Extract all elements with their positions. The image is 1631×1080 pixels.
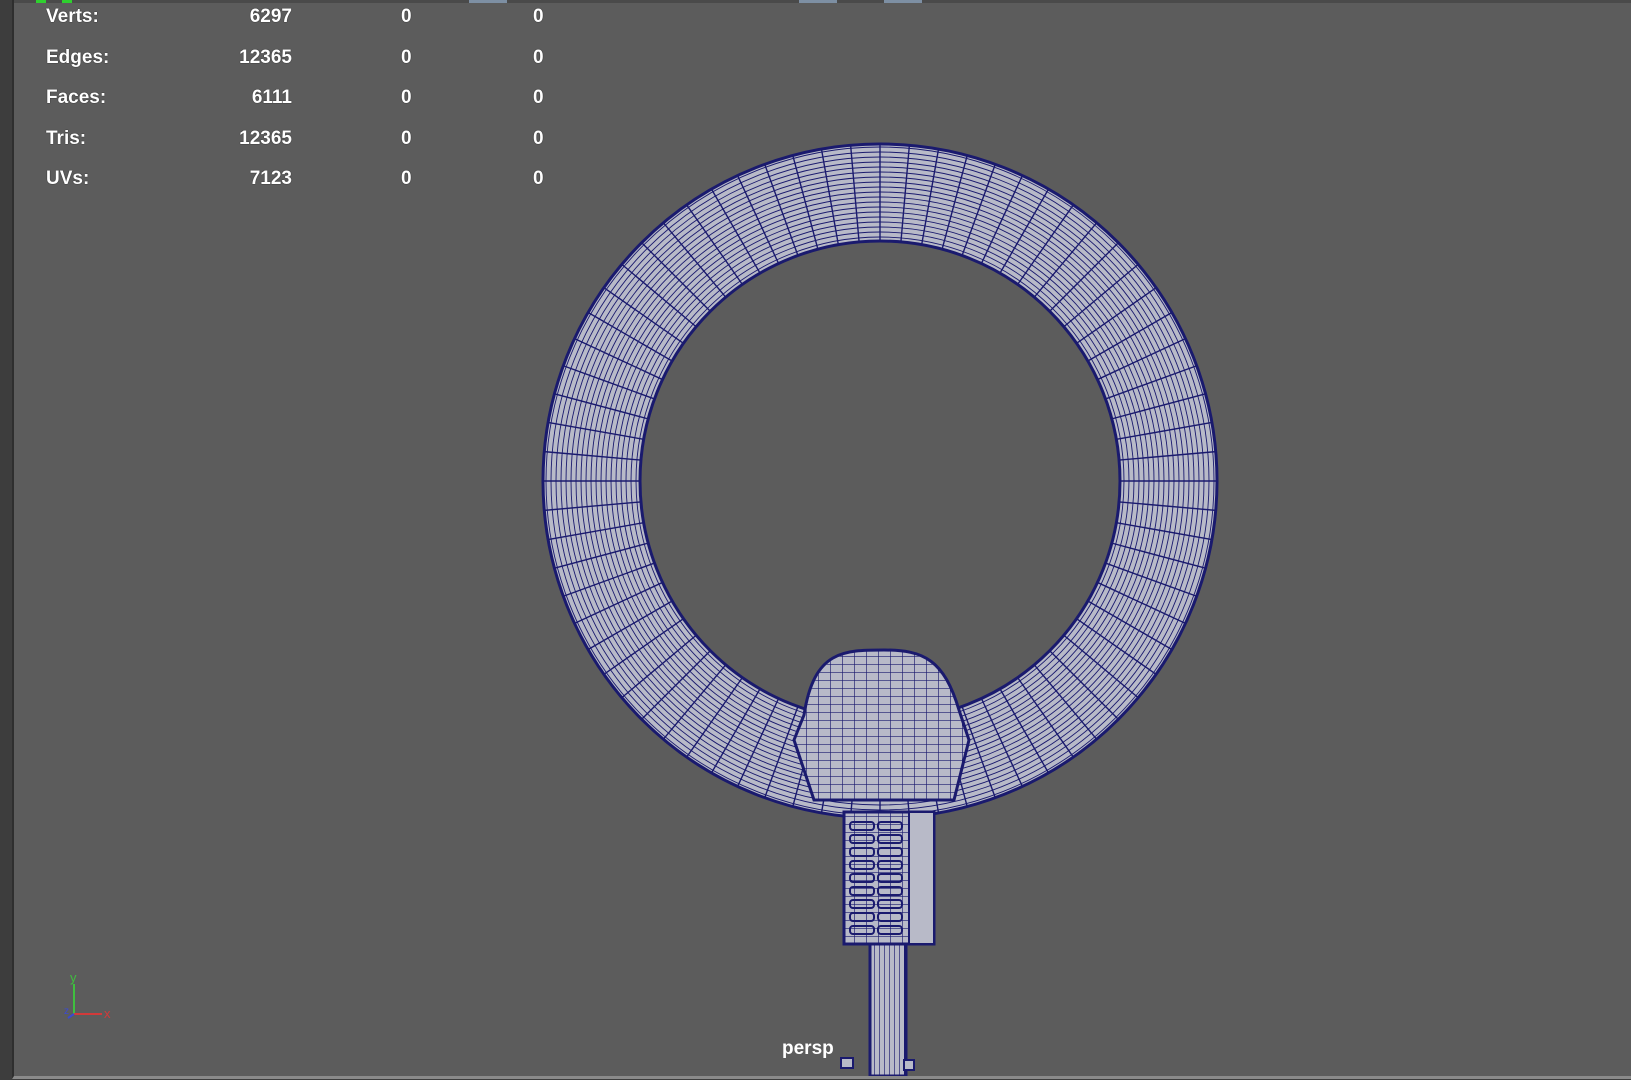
stand-stem <box>840 942 915 1076</box>
view-axis-gizmo: y x z <box>64 970 111 1021</box>
ring-light-wireframe-model[interactable] <box>14 0 1631 1076</box>
camera-name-label: persp <box>782 1038 834 1059</box>
axis-y-label: y <box>70 970 77 985</box>
3d-viewport[interactable]: Verts: 6297 0 0 Edges: 12365 0 0 Faces: … <box>12 0 1631 1079</box>
control-box <box>842 810 936 946</box>
mount-housing <box>792 648 971 802</box>
axis-z-label: z <box>64 1006 69 1017</box>
axis-x-label: x <box>104 1006 111 1021</box>
